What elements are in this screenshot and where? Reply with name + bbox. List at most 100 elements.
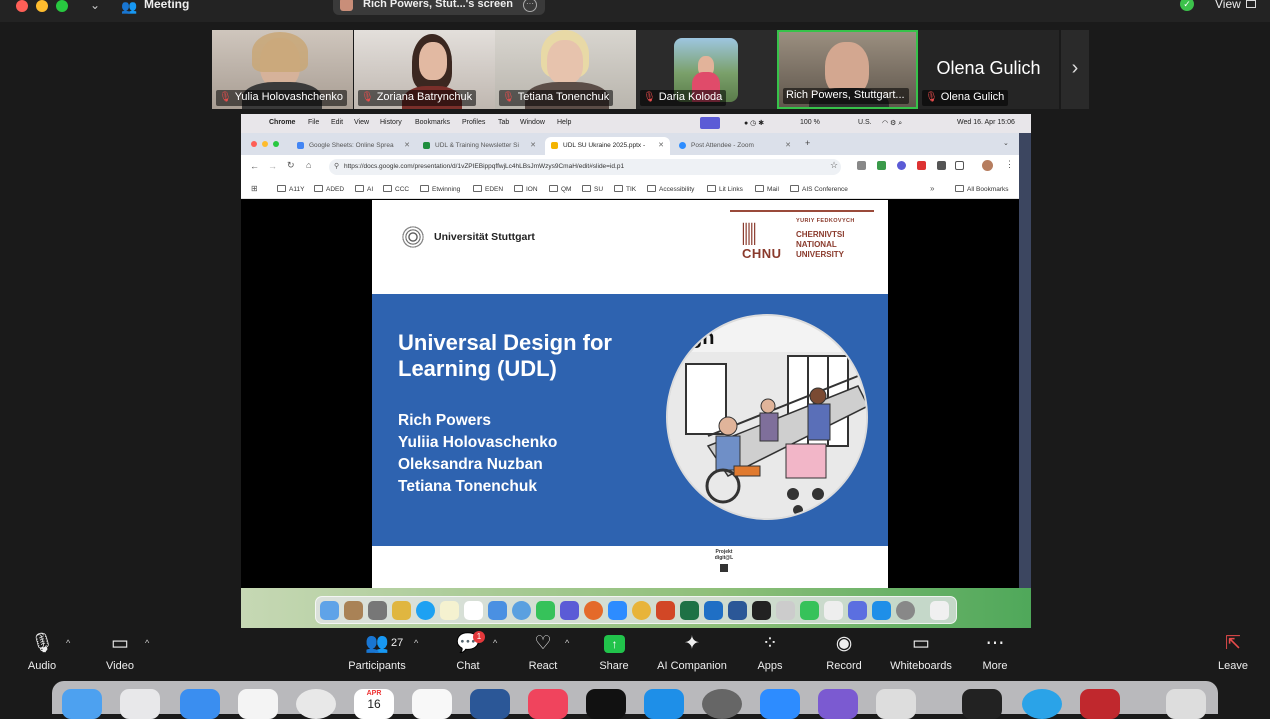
menu-tab[interactable]: Tab	[498, 119, 509, 126]
participants-button[interactable]: 👥 Participants	[342, 628, 412, 672]
chrome-icon[interactable]	[296, 689, 336, 719]
menu-view[interactable]: View	[354, 119, 369, 126]
bookmark-star-icon[interactable]: ☆	[830, 160, 838, 171]
view-layout-icon[interactable]	[1246, 0, 1256, 8]
browser-tab[interactable]: Google Sheets: Online Sprea ✕	[291, 137, 416, 155]
word-icon[interactable]	[470, 689, 510, 719]
screen-share-indicator[interactable]: Rich Powers, Stut...'s screen ···	[333, 0, 545, 15]
bookmark-folder[interactable]: Mail	[755, 185, 779, 193]
extension-icon[interactable]	[857, 161, 866, 170]
trash-icon[interactable]	[930, 601, 949, 620]
input-source[interactable]: U.S.	[858, 119, 872, 126]
app-icon[interactable]	[962, 689, 1002, 719]
bookmark-folder[interactable]: SU	[582, 185, 603, 193]
bookmark-folder[interactable]: CCC	[383, 185, 409, 193]
participants-options-caret[interactable]: ^	[414, 638, 418, 648]
extensions-puzzle-icon[interactable]	[955, 161, 964, 170]
close-tab-icon[interactable]: ✕	[658, 141, 664, 149]
react-button[interactable]: ♡ React	[523, 628, 563, 672]
trash-icon[interactable]	[1166, 689, 1206, 719]
iphone-mirroring-icon[interactable]	[876, 689, 916, 719]
chevron-down-icon[interactable]: ⌄	[90, 0, 100, 12]
menu-history[interactable]: History	[380, 119, 402, 126]
photos-icon[interactable]	[238, 689, 278, 719]
messages-icon[interactable]	[536, 601, 555, 620]
browser-tab[interactable]: Post Attendee - Zoom ✕	[673, 137, 797, 155]
acrobat-icon[interactable]	[1080, 689, 1120, 719]
bookmark-folder[interactable]: TIK	[614, 185, 636, 193]
more-options-icon[interactable]: ···	[523, 0, 537, 12]
reminders-icon[interactable]	[412, 689, 452, 719]
participant-tile[interactable]: 🎙 Daria Koloda	[636, 30, 777, 109]
word-icon[interactable]	[728, 601, 747, 620]
all-bookmarks-folder[interactable]: All Bookmarks	[955, 185, 1009, 193]
security-shield-icon[interactable]: ✓	[1180, 0, 1194, 11]
outlook-icon[interactable]	[704, 601, 723, 620]
app-icon[interactable]	[848, 601, 867, 620]
bookmark-folder[interactable]: ADED	[314, 185, 344, 193]
skype-icon[interactable]	[416, 601, 435, 620]
record-button[interactable]: ◉ Record	[822, 628, 866, 672]
audio-options-caret[interactable]: ^	[66, 638, 70, 648]
more-button[interactable]: ⋯ More	[975, 628, 1015, 672]
zoom-app-icon[interactable]	[608, 601, 627, 620]
browser-minimize-button[interactable]	[262, 141, 268, 147]
address-bar[interactable]: ⚲ https://docs.google.com/presentation/d…	[329, 159, 841, 175]
bookmark-folder[interactable]: Etwinning	[420, 185, 460, 193]
viber-icon[interactable]	[818, 689, 858, 719]
excel-icon[interactable]	[680, 601, 699, 620]
whiteboards-button[interactable]: ▭ Whiteboards	[886, 628, 956, 672]
calendar-icon[interactable]	[464, 601, 483, 620]
view-menu-button[interactable]: View	[1215, 0, 1241, 11]
menubar-clock[interactable]: Wed 16. Apr 15:06	[957, 119, 1015, 126]
menu-file[interactable]: File	[308, 119, 319, 126]
chat-options-caret[interactable]: ^	[493, 638, 497, 648]
menu-bookmarks[interactable]: Bookmarks	[415, 119, 450, 126]
apple-tv-icon[interactable]	[586, 689, 626, 719]
app-store-icon[interactable]	[872, 601, 891, 620]
bookmark-folder[interactable]: Lit Links	[707, 185, 743, 193]
launchpad-icon[interactable]	[120, 689, 160, 719]
participant-tile[interactable]: Olena Gulich 🎙 Olena Gulich	[918, 30, 1059, 109]
app-icon[interactable]	[752, 601, 771, 620]
tab-search-icon[interactable]: ⌄	[1003, 139, 1009, 147]
ai-companion-button[interactable]: ✦ AI Companion	[654, 628, 730, 672]
preview-icon[interactable]	[824, 601, 843, 620]
app-icon[interactable]	[344, 601, 363, 620]
minimize-window-button[interactable]	[36, 0, 48, 12]
bookmark-folder[interactable]: AIS Conference	[790, 185, 848, 193]
menubar-wifi-icon[interactable]: ◠ ⚙ ⌕	[882, 119, 902, 128]
menu-window[interactable]: Window	[520, 119, 545, 126]
apps-button[interactable]: ⁘ Apps	[750, 628, 790, 672]
zoom-app-icon[interactable]	[760, 689, 800, 719]
browser-zoom-button[interactable]	[273, 141, 279, 147]
chrome-icon[interactable]	[632, 601, 651, 620]
finder-icon[interactable]	[62, 689, 102, 719]
react-options-caret[interactable]: ^	[565, 638, 569, 648]
menu-chrome[interactable]: Chrome	[269, 119, 295, 126]
system-settings-icon[interactable]	[702, 689, 742, 719]
music-icon[interactable]	[528, 689, 568, 719]
browser-close-button[interactable]	[251, 141, 257, 147]
pdf-extension-icon[interactable]	[917, 161, 926, 170]
participant-tile-active-speaker[interactable]: Rich Powers, Stuttgart...	[777, 30, 918, 109]
browser-tab[interactable]: UDL & Training Newsletter Si ✕	[417, 137, 542, 155]
browser-menu-icon[interactable]: ⋮	[1005, 159, 1014, 170]
facetime-icon[interactable]	[800, 601, 819, 620]
screenshot-icon[interactable]	[776, 601, 795, 620]
firefox-icon[interactable]	[584, 601, 603, 620]
participant-tile[interactable]: 🎙 Yulia Holovashchenko	[212, 30, 353, 109]
bookmark-folder[interactable]: ION	[514, 185, 538, 193]
gallery-next-page-button[interactable]: ›	[1061, 30, 1089, 109]
bookmark-folder[interactable]: Accessibility	[647, 185, 694, 193]
app-icon[interactable]	[560, 601, 579, 620]
calendar-icon[interactable]: APR 16	[354, 689, 394, 719]
bookmark-folder[interactable]: A11Y	[277, 185, 304, 193]
extension-shield-icon[interactable]	[877, 161, 886, 170]
notes-icon[interactable]	[440, 601, 459, 620]
telegram-icon[interactable]	[1022, 689, 1062, 719]
video-button[interactable]: ▭ Video	[100, 628, 140, 672]
more-bookmarks-icon[interactable]: »	[930, 184, 934, 193]
site-info-icon[interactable]: ⚲	[334, 162, 339, 170]
launchpad-icon[interactable]	[392, 601, 411, 620]
